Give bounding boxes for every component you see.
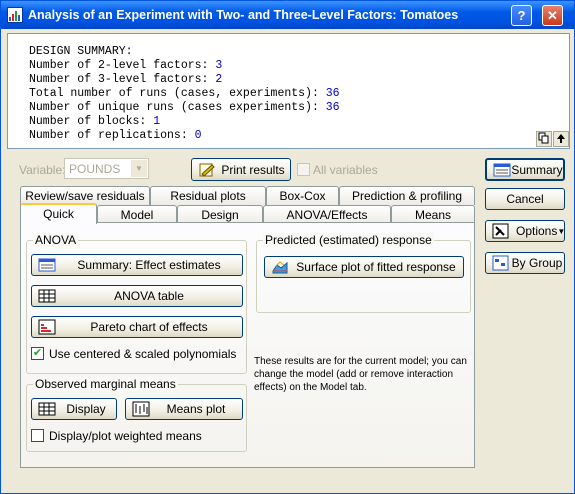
cancel-button[interactable]: Cancel bbox=[485, 188, 565, 210]
model-note-text: These results are for the current model;… bbox=[254, 356, 467, 393]
design-summary-panel: DESIGN SUMMARY: Number of 2-level factor… bbox=[7, 33, 570, 149]
summary-line: Number of 3-level factors: 2 bbox=[29, 73, 222, 86]
summary-line: Number of replications: 0 bbox=[29, 129, 202, 142]
tab-quick[interactable]: Quick bbox=[20, 203, 97, 224]
summary-line: Number of 2-level factors: 3 bbox=[29, 59, 222, 72]
summary-line: Number of unique runs (cases experiments… bbox=[29, 101, 340, 114]
summary-label: Total number of runs (cases, experiments… bbox=[29, 87, 326, 100]
summary-value: 0 bbox=[194, 129, 202, 142]
means-plot-label: Means plot bbox=[166, 402, 226, 416]
surface-plot-label: Surface plot of fitted response bbox=[296, 260, 456, 274]
pareto-chart-label: Pareto chart of effects bbox=[90, 320, 208, 334]
display-label: Display bbox=[66, 402, 106, 416]
close-button[interactable]: ✕ bbox=[542, 5, 563, 26]
summary-value: 36 bbox=[325, 101, 340, 114]
grid-table-icon bbox=[38, 289, 56, 303]
print-results-label: Print results bbox=[221, 162, 285, 177]
print-results-button[interactable]: Print results bbox=[191, 158, 291, 181]
weighted-means-label: Display/plot weighted means bbox=[49, 429, 202, 443]
anova-table-label: ANOVA table bbox=[114, 289, 184, 303]
predicted-response-legend: Predicted (estimated) response bbox=[263, 233, 434, 247]
table-icon bbox=[38, 258, 56, 272]
chevron-down-icon: ▼ bbox=[131, 160, 147, 177]
by-group-icon bbox=[492, 255, 509, 271]
predicted-response-group: Predicted (estimated) response Surface p… bbox=[256, 233, 471, 313]
app-icon bbox=[7, 7, 23, 23]
centered-scaled-checkbox[interactable]: ✔ bbox=[31, 347, 44, 360]
tab-prediction-profiling[interactable]: Prediction & profiling bbox=[339, 186, 475, 205]
copy-icon[interactable] bbox=[536, 131, 552, 147]
means-plot-button[interactable]: Means plot bbox=[125, 398, 243, 420]
help-button[interactable]: ? bbox=[511, 5, 532, 26]
summary-label: Summary bbox=[511, 162, 563, 177]
summary-label: DESIGN SUMMARY: bbox=[29, 45, 133, 58]
summary-icon bbox=[493, 163, 511, 176]
surface-plot-icon bbox=[272, 261, 288, 274]
title-bar[interactable]: Analysis of an Experiment with Two- and … bbox=[1, 1, 574, 29]
summary-value: 3 bbox=[215, 59, 223, 72]
window-title: Analysis of an Experiment with Two- and … bbox=[28, 8, 459, 22]
summary-label: Number of 3-level factors: bbox=[29, 73, 216, 86]
marginal-means-group: Observed marginal means Display Means pl… bbox=[26, 377, 247, 452]
pareto-chart-icon bbox=[38, 319, 56, 335]
variable-value: POUNDS bbox=[69, 162, 121, 176]
summary-line: DESIGN SUMMARY: bbox=[29, 45, 133, 58]
anova-group: ANOVA Summary: Effect estimates ANOVA ta… bbox=[26, 233, 247, 374]
variable-label: Variable: bbox=[19, 163, 66, 177]
quick-tab-panel: ANOVA Summary: Effect estimates ANOVA ta… bbox=[20, 222, 475, 468]
options-icon bbox=[492, 223, 509, 239]
cancel-label: Cancel bbox=[506, 192, 544, 206]
summary-value: 1 bbox=[153, 115, 161, 128]
grid-table-icon bbox=[38, 402, 56, 416]
tab-residual-plots[interactable]: Residual plots bbox=[150, 186, 266, 205]
summary-label: Number of blocks: bbox=[29, 115, 154, 128]
centered-scaled-label: Use centered & scaled polynomials bbox=[49, 347, 237, 361]
summary-button[interactable]: Summary bbox=[485, 158, 565, 181]
dialog-window: Analysis of an Experiment with Two- and … bbox=[0, 0, 575, 494]
summary-effect-estimates-label: Summary: Effect estimates bbox=[77, 258, 221, 272]
print-results-icon bbox=[199, 163, 215, 177]
all-variables-label: All variables bbox=[313, 163, 378, 177]
variable-select[interactable]: POUNDS ▼ bbox=[64, 158, 149, 179]
by-group-button[interactable]: By Group bbox=[485, 252, 565, 274]
options-button[interactable]: Options ▼ bbox=[485, 220, 565, 242]
options-label: Options bbox=[516, 224, 558, 238]
dropdown-arrow-icon: ▼ bbox=[557, 226, 566, 236]
summary-effect-estimates-button[interactable]: Summary: Effect estimates bbox=[31, 254, 243, 276]
by-group-label: By Group bbox=[511, 256, 563, 270]
tab-box-cox[interactable]: Box-Cox bbox=[266, 186, 339, 205]
weighted-means-checkbox[interactable] bbox=[31, 429, 44, 442]
summary-value: 2 bbox=[215, 73, 223, 86]
summary-line: Number of blocks: 1 bbox=[29, 115, 160, 128]
collapse-up-icon[interactable] bbox=[553, 131, 569, 147]
anova-table-button[interactable]: ANOVA table bbox=[31, 285, 243, 307]
display-button[interactable]: Display bbox=[31, 398, 117, 420]
surface-plot-button[interactable]: Surface plot of fitted response bbox=[264, 256, 464, 278]
anova-legend: ANOVA bbox=[33, 233, 79, 247]
marginal-means-legend: Observed marginal means bbox=[33, 377, 178, 391]
summary-value: 36 bbox=[325, 87, 340, 100]
all-variables-checkbox[interactable] bbox=[297, 163, 310, 176]
pareto-chart-button[interactable]: Pareto chart of effects bbox=[31, 316, 243, 338]
summary-label: Number of 2-level factors: bbox=[29, 59, 216, 72]
summary-label: Number of replications: bbox=[29, 129, 195, 142]
summary-line: Total number of runs (cases, experiments… bbox=[29, 87, 340, 100]
means-plot-icon bbox=[132, 401, 150, 417]
summary-label: Number of unique runs (cases experiments… bbox=[29, 101, 326, 114]
